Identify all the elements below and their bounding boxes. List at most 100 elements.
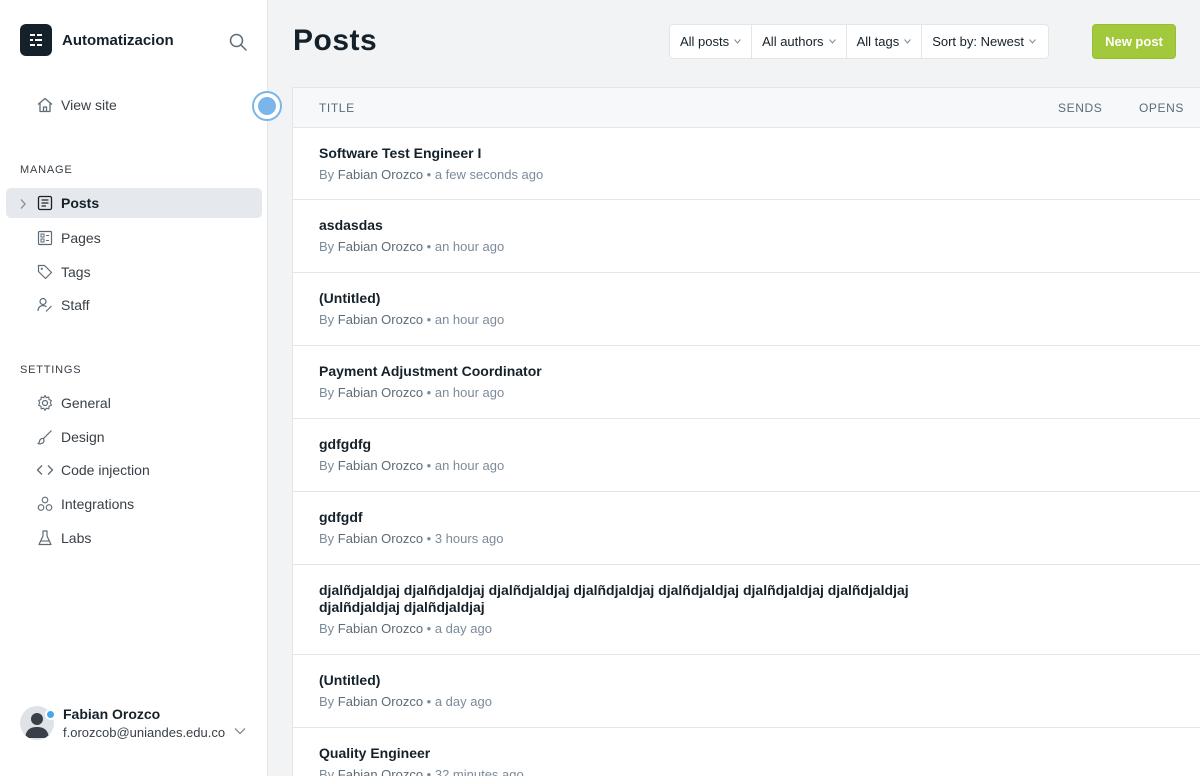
sidebar-item-labs[interactable]: Labs xyxy=(6,523,262,553)
search-icon[interactable] xyxy=(228,32,248,52)
post-author: Fabian Orozco xyxy=(337,385,424,400)
post-time: 3 hours ago xyxy=(434,531,504,546)
post-meta: By Fabian Orozco • 32 minutes ago xyxy=(319,767,1174,776)
table-row[interactable]: Payment Adjustment Coordinator By Fabian… xyxy=(293,346,1200,419)
post-time: 32 minutes ago xyxy=(434,767,524,776)
chevron-down-icon xyxy=(734,39,742,44)
column-header-sends: SENDS xyxy=(1058,101,1103,115)
post-title: (Untitled) xyxy=(319,672,381,688)
sidebar-item-pages[interactable]: Pages xyxy=(6,223,262,253)
post-title: Payment Adjustment Coordinator xyxy=(319,363,542,379)
by-label: By xyxy=(319,694,335,709)
brand[interactable]: Automatizacion xyxy=(20,24,174,56)
post-title: Quality Engineer xyxy=(319,745,431,761)
sidebar-item-tags[interactable]: Tags xyxy=(6,257,262,287)
post-time: an hour ago xyxy=(434,312,505,327)
filter-label: All tags xyxy=(856,34,900,49)
filter-type-select[interactable]: All posts xyxy=(670,25,753,58)
post-time: a day ago xyxy=(434,694,492,709)
post-author: Fabian Orozco xyxy=(337,767,424,776)
sidebar-item-general[interactable]: General xyxy=(6,388,262,418)
filter-label: Sort by: Newest xyxy=(932,34,1024,49)
staff-icon xyxy=(36,296,54,314)
filter-author-select[interactable]: All authors xyxy=(752,25,847,58)
sidebar-item-posts[interactable]: Posts xyxy=(6,188,262,218)
post-title: gdfgdf xyxy=(319,509,363,525)
table-row[interactable]: Software Test Engineer I By Fabian Orozc… xyxy=(293,128,1200,200)
post-meta: By Fabian Orozco • a day ago xyxy=(319,694,492,709)
sidebar-item-label: General xyxy=(61,395,111,411)
post-meta: By Fabian Orozco • a day ago xyxy=(319,621,492,636)
post-title: gdfgdfg xyxy=(319,436,372,452)
settings-section-label: SETTINGS xyxy=(20,364,82,376)
table-row[interactable]: djalñdjaldjaj djalñdjaldjaj djalñdjaldja… xyxy=(293,565,1200,655)
post-time: a few seconds ago xyxy=(434,167,544,182)
chevron-down-icon[interactable] xyxy=(234,722,246,735)
post-author: Fabian Orozco xyxy=(337,167,424,182)
sidebar-item-label: Pages xyxy=(61,230,101,246)
by-label: By xyxy=(319,767,335,776)
sidebar-item-label: Tags xyxy=(61,264,91,280)
filter-bar: All posts All authors All tags Sort by: … xyxy=(669,24,1049,59)
user-email: f.orozcob@uniandes.edu.co xyxy=(63,725,226,740)
filter-label: All posts xyxy=(680,34,730,49)
sidebar-item-integrations[interactable]: Integrations xyxy=(6,489,262,519)
status-dot xyxy=(45,709,56,720)
table-row[interactable]: (Untitled) By Fabian Orozco • a day ago xyxy=(293,655,1200,728)
sidebar-item-label: Code injection xyxy=(61,462,150,478)
sidebar-item-label: Integrations xyxy=(61,496,135,512)
by-label: By xyxy=(319,167,335,182)
post-meta: By Fabian Orozco • an hour ago xyxy=(319,458,505,473)
post-author: Fabian Orozco xyxy=(337,694,424,709)
user-name: Fabian Orozco xyxy=(63,706,161,722)
sidebar-item-design[interactable]: Design xyxy=(6,422,262,452)
posts-table: TITLE SENDS OPENS Software Test Engineer… xyxy=(292,87,1200,776)
sidebar-item-label: Labs xyxy=(61,530,92,546)
post-meta: By Fabian Orozco • an hour ago xyxy=(319,312,505,327)
post-meta: By Fabian Orozco • 3 hours ago xyxy=(319,531,504,546)
post-time: an hour ago xyxy=(434,239,505,254)
table-header: TITLE SENDS OPENS xyxy=(293,88,1200,128)
column-header-opens: OPENS xyxy=(1139,101,1185,115)
post-title: Software Test Engineer I xyxy=(319,145,482,161)
view-site-label: View site xyxy=(61,97,117,113)
chevron-right-icon[interactable] xyxy=(19,197,27,209)
sidebar-item-code-injection[interactable]: Code injection xyxy=(6,455,262,485)
table-row[interactable]: gdfgdfg By Fabian Orozco • an hour ago xyxy=(293,419,1200,492)
by-label: By xyxy=(319,458,335,473)
site-name: Automatizacion xyxy=(62,31,174,49)
manage-section-label: MANAGE xyxy=(20,164,73,176)
post-time: a day ago xyxy=(434,621,492,636)
posts-icon xyxy=(36,194,54,212)
by-label: By xyxy=(319,239,335,254)
home-icon xyxy=(36,96,54,114)
post-meta: By Fabian Orozco • a few seconds ago xyxy=(319,167,544,182)
chevron-down-icon xyxy=(904,39,912,44)
view-site-link[interactable]: View site xyxy=(36,96,117,114)
post-time: an hour ago xyxy=(434,458,505,473)
sort-select[interactable]: Sort by: Newest xyxy=(922,25,1048,58)
page-title: Posts xyxy=(293,24,378,57)
sidebar-item-label: Staff xyxy=(61,297,90,313)
post-author: Fabian Orozco xyxy=(337,239,424,254)
column-header-title: TITLE xyxy=(319,101,355,115)
table-row[interactable]: (Untitled) By Fabian Orozco • an hour ag… xyxy=(293,273,1200,346)
table-row[interactable]: asdasdas By Fabian Orozco • an hour ago xyxy=(293,200,1200,273)
filter-tag-select[interactable]: All tags xyxy=(847,25,923,58)
by-label: By xyxy=(319,385,335,400)
by-label: By xyxy=(319,531,335,546)
new-post-button[interactable]: New post xyxy=(1092,24,1176,59)
post-time: an hour ago xyxy=(434,385,505,400)
ghost-logo-icon xyxy=(20,24,52,56)
table-row[interactable]: gdfgdf By Fabian Orozco • 3 hours ago xyxy=(293,492,1200,565)
focus-indicator xyxy=(252,91,282,121)
table-row[interactable]: Quality Engineer By Fabian Orozco • 32 m… xyxy=(293,728,1200,776)
chevron-down-icon xyxy=(828,39,836,44)
by-label: By xyxy=(319,312,335,327)
post-title: asdasdas xyxy=(319,217,383,233)
sidebar: Automatizacion View site MANAGE Posts Pa… xyxy=(0,0,282,776)
sidebar-item-staff[interactable]: Staff xyxy=(6,290,262,320)
post-meta: By Fabian Orozco • an hour ago xyxy=(319,385,505,400)
post-title: (Untitled) xyxy=(319,290,381,306)
sidebar-item-label: Posts xyxy=(61,195,100,211)
